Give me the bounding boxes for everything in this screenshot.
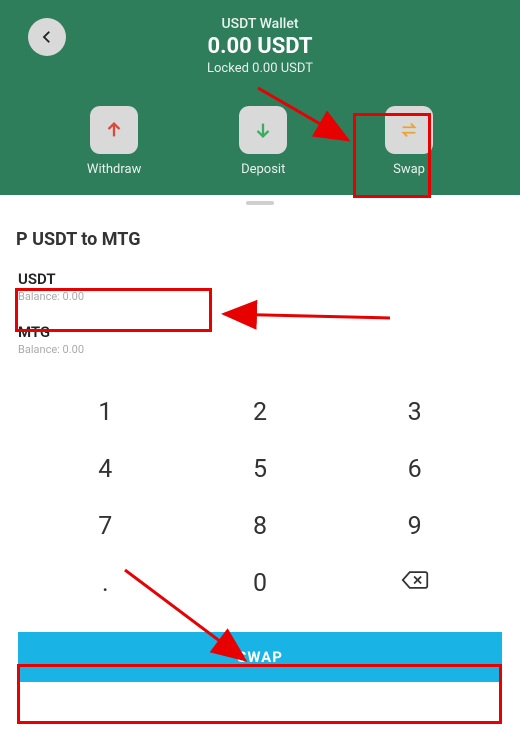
deposit-action[interactable]: Deposit [239, 106, 287, 177]
key-1[interactable]: 1 [28, 384, 183, 441]
wallet-balance: 0.00 USDT [18, 34, 502, 59]
sheet-title: P USDT to MTG [16, 229, 502, 250]
key-4[interactable]: 4 [28, 441, 183, 498]
key-8[interactable]: 8 [183, 498, 338, 555]
to-currency-balance: Balance: 0.00 [18, 343, 502, 356]
from-currency-name: USDT [18, 270, 502, 288]
key-5[interactable]: 5 [183, 441, 338, 498]
key-2[interactable]: 2 [183, 384, 338, 441]
key-dot[interactable]: . [28, 555, 183, 612]
key-6[interactable]: 6 [337, 441, 492, 498]
action-row: Withdraw Deposit Swap [18, 106, 502, 177]
swap-label: Swap [393, 162, 425, 177]
swap-sheet: P USDT to MTG USDT Balance: 0.00 MTG Bal… [0, 229, 520, 612]
swap-action[interactable]: Swap [385, 106, 433, 177]
swap-icon [385, 106, 433, 154]
from-currency-block[interactable]: USDT Balance: 0.00 [18, 270, 502, 303]
wallet-header: USDT Wallet 0.00 USDT Locked 0.00 USDT W… [0, 0, 520, 195]
key-9[interactable]: 9 [337, 498, 492, 555]
wallet-locked: Locked 0.00 USDT [18, 61, 502, 76]
to-currency-block[interactable]: MTG Balance: 0.00 [18, 323, 502, 356]
key-3[interactable]: 3 [337, 384, 492, 441]
backspace-icon [401, 569, 429, 591]
back-button[interactable] [28, 18, 66, 56]
key-7[interactable]: 7 [28, 498, 183, 555]
sheet-handle[interactable] [246, 201, 274, 205]
numeric-keypad: 1 2 3 4 5 6 7 8 9 . 0 [18, 384, 502, 612]
swap-button[interactable]: SWAP [18, 632, 502, 682]
from-currency-balance: Balance: 0.00 [18, 290, 502, 303]
key-0[interactable]: 0 [183, 555, 338, 612]
to-currency-name: MTG [18, 323, 502, 341]
withdraw-label: Withdraw [87, 162, 141, 177]
deposit-label: Deposit [241, 162, 285, 177]
withdraw-action[interactable]: Withdraw [87, 106, 141, 177]
withdraw-icon [90, 106, 138, 154]
wallet-name: USDT Wallet [18, 16, 502, 32]
key-backspace[interactable] [337, 555, 492, 612]
deposit-icon [239, 106, 287, 154]
